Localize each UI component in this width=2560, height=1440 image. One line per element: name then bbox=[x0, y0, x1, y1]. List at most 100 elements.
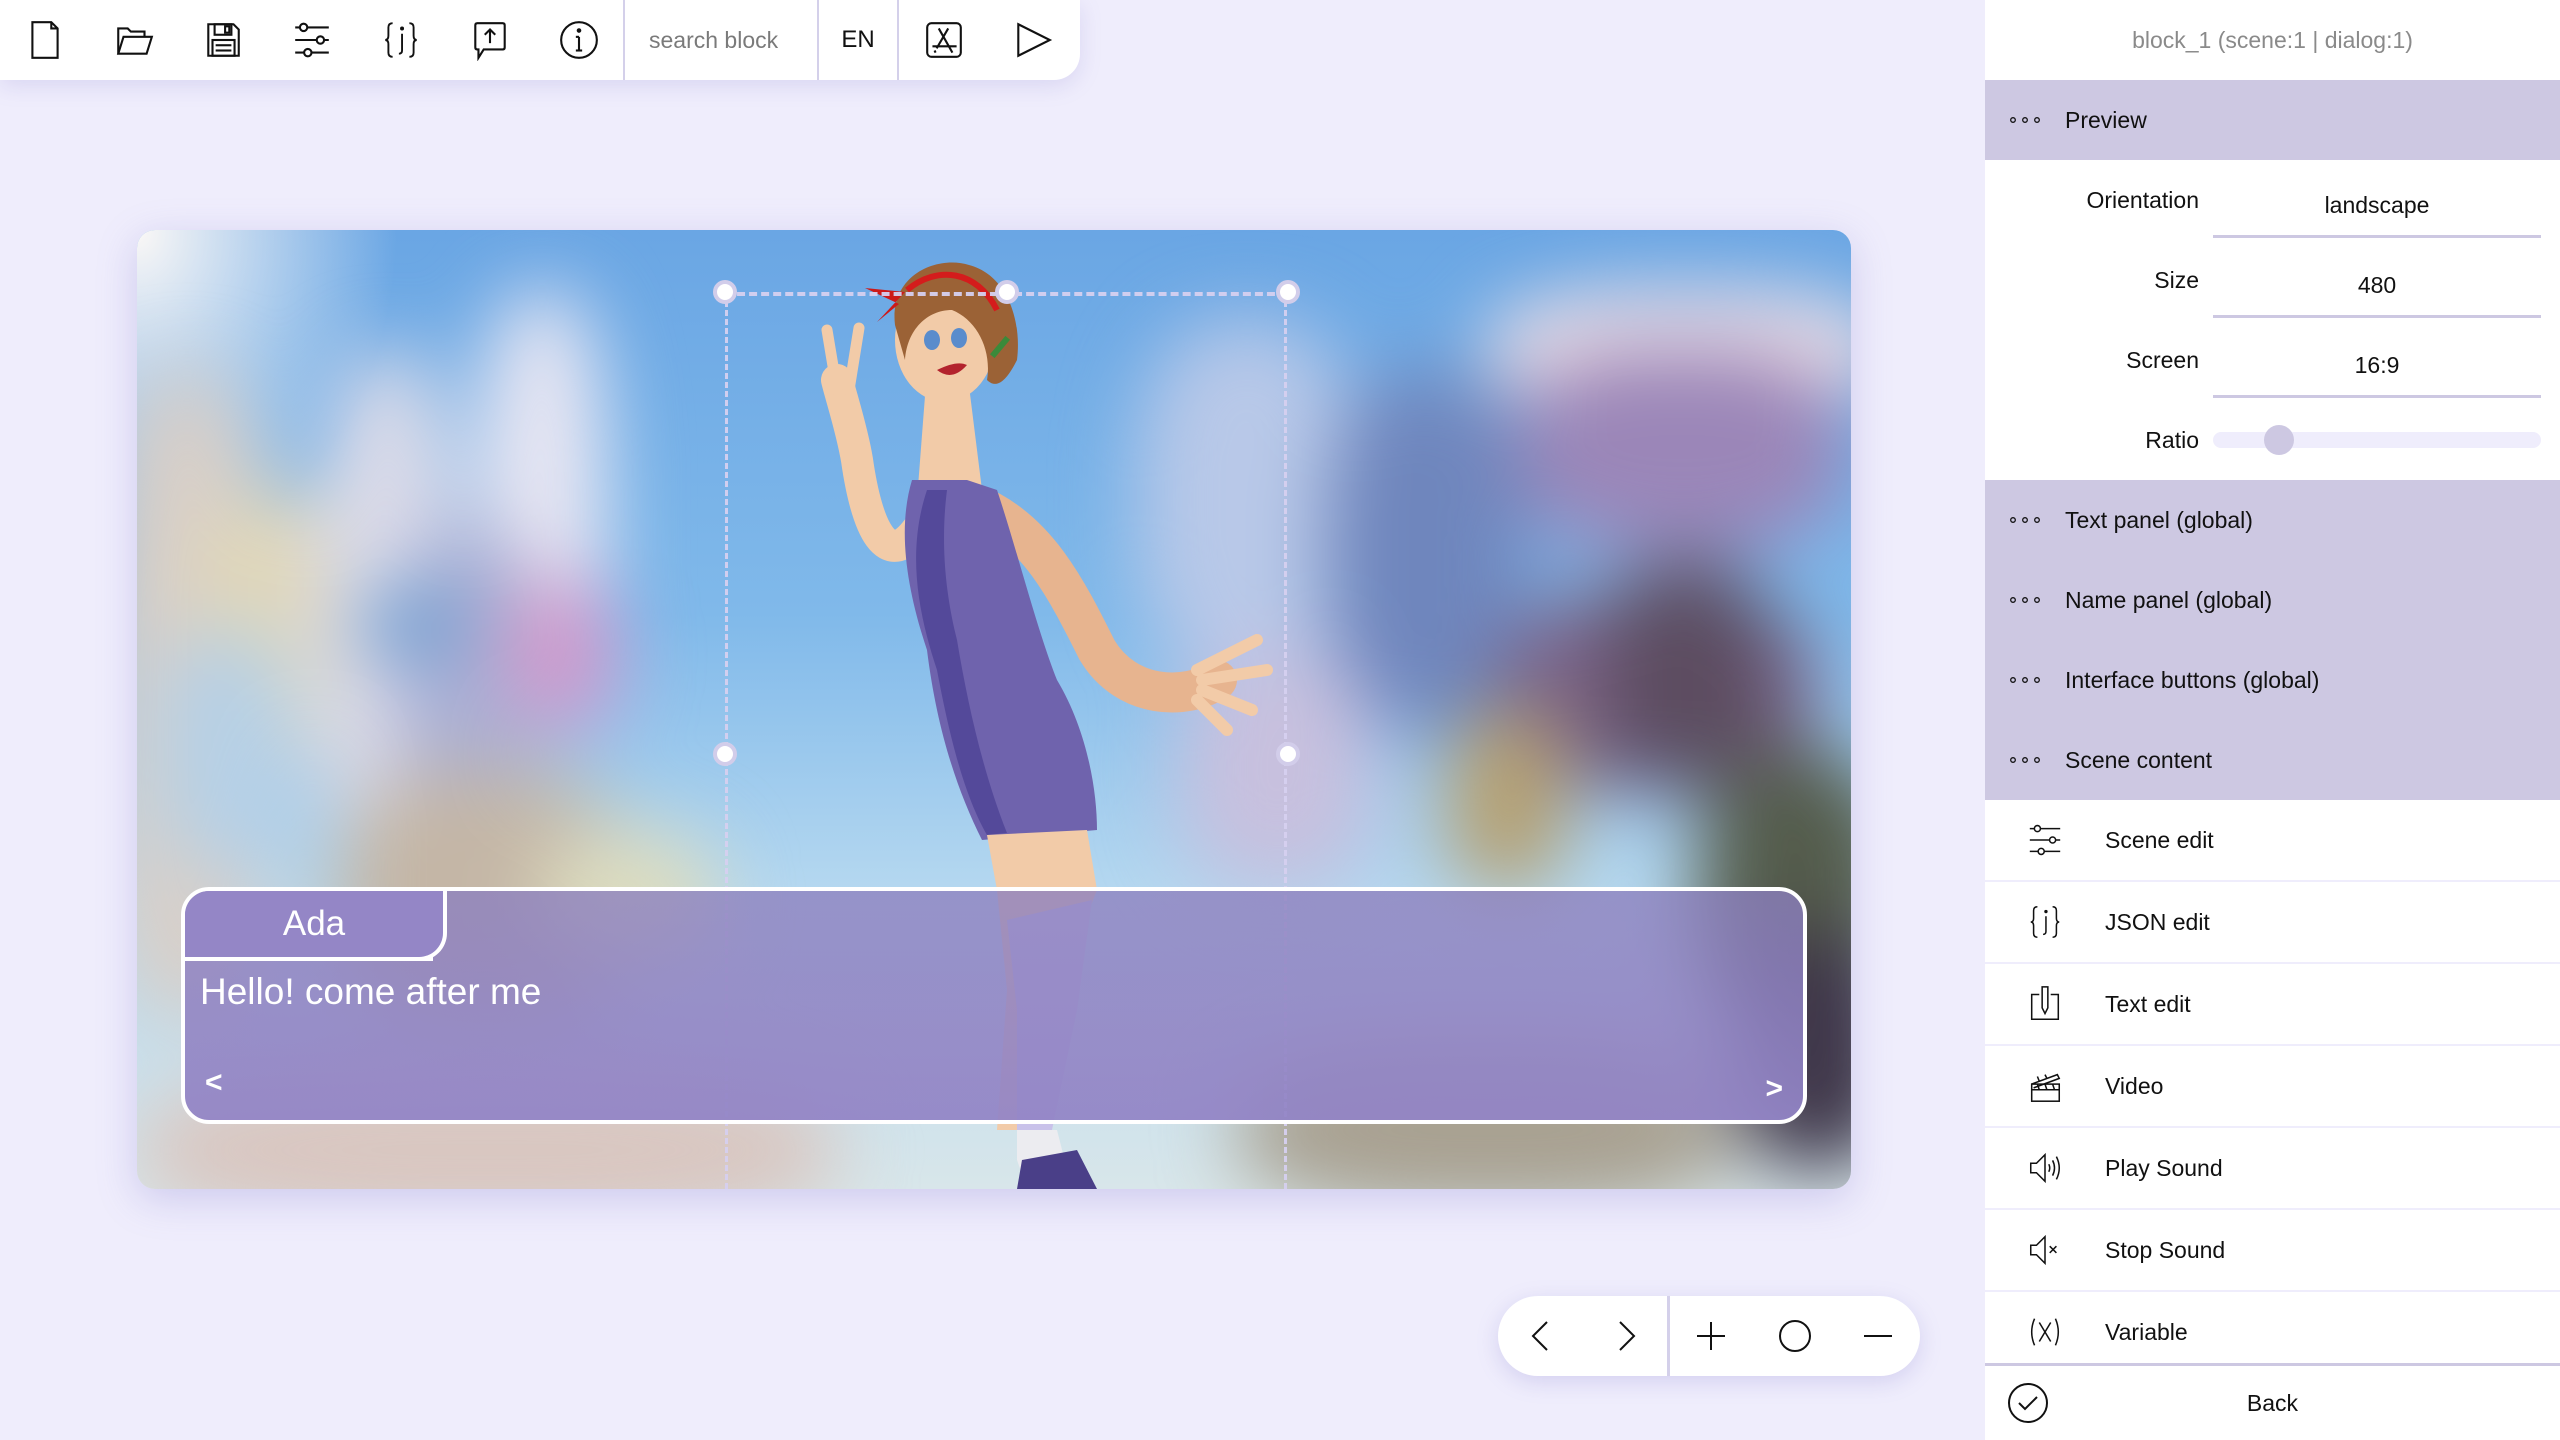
section-interface-buttons-global[interactable]: Interface buttons (global) bbox=[1985, 640, 2560, 720]
back-label: Back bbox=[2246, 1389, 2299, 1416]
scene-preview-canvas[interactable]: Ada Hello! come after me < > bbox=[137, 230, 1851, 1189]
next-dialog-button[interactable] bbox=[1583, 1296, 1666, 1376]
resize-handle-top-left[interactable] bbox=[713, 280, 737, 304]
ratio-slider[interactable] bbox=[2213, 425, 2541, 455]
properties-scroll-area[interactable]: block_1 (scene:1 | dialog:1) Preview Ori… bbox=[1985, 0, 2560, 1363]
build-app-button[interactable] bbox=[899, 0, 988, 80]
zoom-in-button[interactable] bbox=[1670, 1296, 1753, 1376]
check-circle-icon bbox=[1985, 1381, 2071, 1425]
sliders-icon bbox=[1985, 821, 2105, 859]
language-button[interactable]: EN bbox=[819, 0, 897, 80]
section-preview[interactable]: Preview bbox=[1985, 80, 2560, 160]
speaker-name: Ada bbox=[282, 904, 346, 943]
export-button[interactable] bbox=[445, 0, 534, 80]
speaker-sound-icon bbox=[1985, 1149, 2105, 1187]
play-icon bbox=[1016, 22, 1052, 58]
size-input[interactable] bbox=[2213, 272, 2541, 299]
resize-handle-top-center[interactable] bbox=[995, 280, 1019, 304]
resize-handle-top-right[interactable] bbox=[1276, 280, 1300, 304]
action-text-edit[interactable]: Text edit bbox=[1985, 964, 2560, 1046]
plus-icon bbox=[1697, 1322, 1726, 1350]
speaker-mute-icon bbox=[1985, 1231, 2105, 1269]
ratio-row: Ratio bbox=[1985, 400, 2560, 480]
dialog-text-panel[interactable]: Ada Hello! come after me < > bbox=[181, 887, 1807, 1124]
section-label: Scene content bbox=[2065, 746, 2213, 773]
chevron-left-icon bbox=[1531, 1321, 1548, 1351]
action-label: Stop Sound bbox=[2105, 1236, 2226, 1263]
screen-label: Screen bbox=[2126, 346, 2199, 373]
action-play-sound[interactable]: Play Sound bbox=[1985, 1128, 2560, 1210]
floppy-disk-icon bbox=[206, 23, 240, 57]
previous-dialog-button[interactable] bbox=[1500, 1296, 1583, 1376]
orientation-row: Orientation landscape bbox=[1985, 160, 2560, 240]
orientation-value: landscape bbox=[2324, 192, 2430, 218]
top-toolbar: EN bbox=[0, 0, 1080, 80]
screen-value: 16:9 bbox=[2354, 352, 2400, 378]
size-row: Size bbox=[1985, 240, 2560, 320]
block-title: block_1 (scene:1 | dialog:1) bbox=[2132, 26, 2413, 53]
variable-icon bbox=[1985, 1313, 2105, 1351]
resize-handle-middle-left[interactable] bbox=[713, 742, 737, 766]
zoom-out-button[interactable] bbox=[1837, 1296, 1920, 1376]
speech-upload-icon bbox=[473, 22, 506, 61]
play-button[interactable] bbox=[988, 0, 1077, 80]
orientation-select[interactable]: landscape bbox=[2213, 176, 2541, 238]
toolbar-icon-group bbox=[0, 0, 623, 80]
dialog-next-button[interactable]: > bbox=[1765, 1072, 1783, 1106]
json-button[interactable] bbox=[356, 0, 445, 80]
action-json-edit[interactable]: JSON edit bbox=[1985, 882, 2560, 964]
minus-icon bbox=[1864, 1335, 1893, 1337]
ratio-slider-thumb[interactable] bbox=[2263, 425, 2294, 455]
action-label: Video bbox=[2105, 1072, 2164, 1099]
more-dots-icon bbox=[1985, 756, 2065, 764]
speaker-name-panel[interactable]: Ada bbox=[185, 891, 447, 961]
json-braces-icon bbox=[1985, 903, 2105, 941]
clapperboard-icon bbox=[1985, 1067, 2105, 1105]
new-file-button[interactable] bbox=[0, 0, 89, 80]
screen-row: Screen 16:9 bbox=[1985, 320, 2560, 400]
info-button[interactable] bbox=[534, 0, 623, 80]
search-block-input[interactable] bbox=[649, 26, 809, 54]
action-variable[interactable]: Variable bbox=[1985, 1292, 2560, 1363]
more-dots-icon bbox=[1985, 596, 2065, 604]
open-folder-button[interactable] bbox=[89, 0, 178, 80]
action-label: Scene edit bbox=[2105, 826, 2214, 853]
save-button[interactable] bbox=[178, 0, 267, 80]
section-scene-content[interactable]: Scene content bbox=[1985, 720, 2560, 800]
info-icon bbox=[559, 21, 598, 59]
more-dots-icon bbox=[1985, 676, 2065, 684]
preview-nav-controls bbox=[1498, 1296, 1920, 1376]
section-label: Interface buttons (global) bbox=[2065, 666, 2320, 693]
orientation-label: Orientation bbox=[2086, 186, 2199, 213]
section-name-panel-global[interactable]: Name panel (global) bbox=[1985, 560, 2560, 640]
app-store-icon bbox=[925, 22, 962, 58]
text-edit-icon bbox=[1985, 985, 2105, 1023]
size-field[interactable] bbox=[2213, 256, 2541, 318]
action-label: Variable bbox=[2105, 1318, 2188, 1345]
resize-handle-middle-right[interactable] bbox=[1276, 742, 1300, 766]
ratio-label: Ratio bbox=[2145, 426, 2199, 453]
back-button[interactable]: Back bbox=[1985, 1363, 2560, 1440]
action-video[interactable]: Video bbox=[1985, 1046, 2560, 1128]
properties-panel: block_1 (scene:1 | dialog:1) Preview Ori… bbox=[1985, 0, 2560, 1440]
more-dots-icon bbox=[1985, 516, 2065, 524]
action-scene-edit[interactable]: Scene edit bbox=[1985, 800, 2560, 882]
action-label: JSON edit bbox=[2105, 908, 2210, 935]
dialog-text: Hello! come after me bbox=[200, 971, 542, 1012]
section-label: Name panel (global) bbox=[2065, 586, 2273, 613]
zoom-reset-button[interactable] bbox=[1753, 1296, 1836, 1376]
action-stop-sound[interactable]: Stop Sound bbox=[1985, 1210, 2560, 1292]
more-dots-icon bbox=[1985, 116, 2065, 124]
section-text-panel-global[interactable]: Text panel (global) bbox=[1985, 480, 2560, 560]
settings-button[interactable] bbox=[267, 0, 356, 80]
screen-select[interactable]: 16:9 bbox=[2213, 336, 2541, 398]
section-label: Text panel (global) bbox=[2065, 506, 2253, 533]
name-panel-underline bbox=[185, 957, 433, 961]
size-label: Size bbox=[2154, 266, 2199, 293]
chevron-right-icon bbox=[1619, 1321, 1636, 1351]
action-label: Play Sound bbox=[2105, 1154, 2223, 1181]
file-icon bbox=[30, 21, 59, 59]
circle-icon bbox=[1778, 1320, 1811, 1352]
dialog-prev-button[interactable]: < bbox=[205, 1066, 223, 1100]
search-block-field[interactable] bbox=[625, 0, 817, 80]
